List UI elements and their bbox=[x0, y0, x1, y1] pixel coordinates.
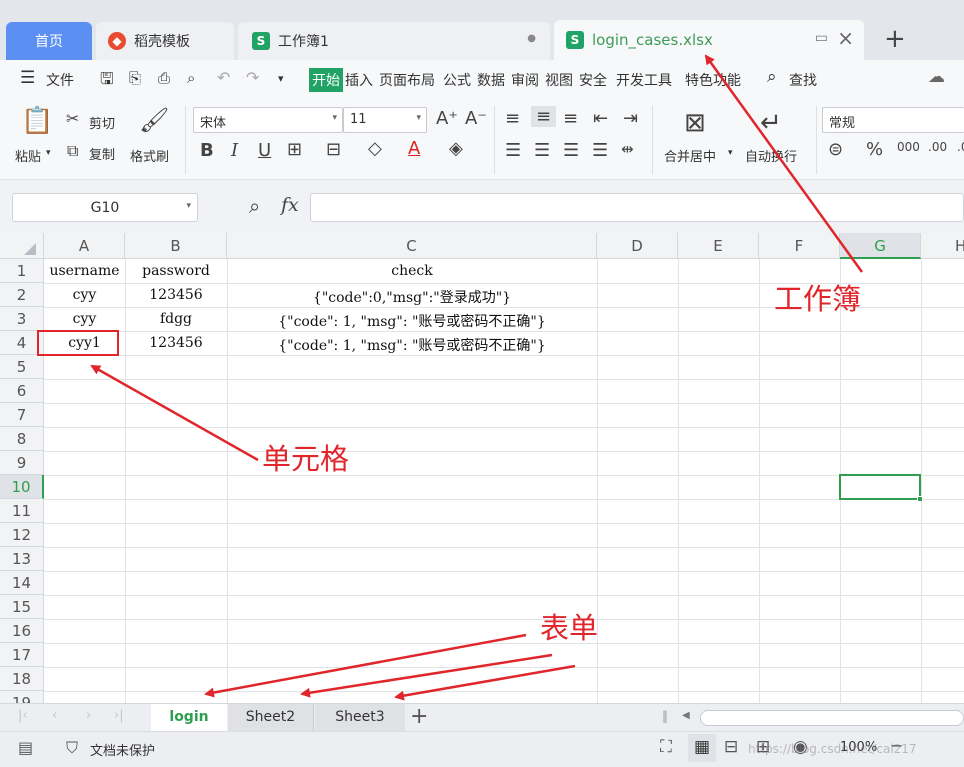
annotation-cell: 单元格 bbox=[262, 442, 350, 476]
annotation-sheet: 表单 bbox=[540, 611, 599, 645]
annotation-workbook: 工作簿 bbox=[774, 282, 862, 316]
arrow-to-sheet-3 bbox=[394, 664, 576, 701]
arrow-to-sheet-2 bbox=[300, 653, 553, 698]
annotation-arrows bbox=[90, 54, 864, 701]
arrow-to-cell bbox=[90, 364, 259, 462]
arrow-to-workbook-tab bbox=[704, 54, 864, 273]
